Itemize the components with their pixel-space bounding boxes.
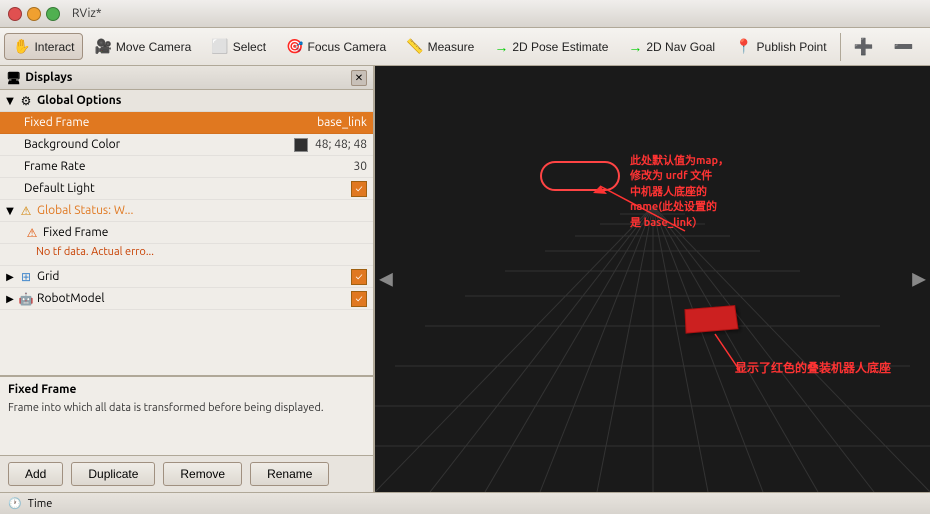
- color-swatch: [294, 138, 308, 152]
- focus-icon: 🎯: [286, 38, 303, 55]
- interact-button[interactable]: ✋ Interact: [4, 33, 83, 60]
- toolbar-separator: [840, 33, 841, 61]
- grid-row[interactable]: ▶ ⊞ Grid ✓: [0, 266, 373, 288]
- global-options-label: Global Options: [37, 94, 373, 107]
- fixed-frame-sub-label: Fixed Frame: [43, 226, 373, 239]
- tree-area: ▼ ⚙ Global Options Fixed Frame base_link…: [0, 90, 373, 375]
- robot-model-display: [684, 305, 738, 334]
- titlebar: RViz*: [0, 0, 930, 28]
- move-camera-icon: 🎥: [94, 38, 111, 55]
- clock-icon: 🕐: [8, 497, 22, 510]
- maximize-button[interactable]: [46, 7, 60, 21]
- gear-icon: ⚙: [18, 93, 34, 109]
- duplicate-button[interactable]: Duplicate: [71, 462, 155, 486]
- pose-estimate-button[interactable]: → 2D Pose Estimate: [485, 34, 617, 60]
- warning-icon: ⚠: [18, 203, 34, 219]
- info-desc: Frame into which all data is transformed…: [8, 400, 365, 417]
- select-label: Select: [233, 40, 266, 54]
- expand-arrow-status: ▼: [4, 205, 16, 217]
- select-icon: ⬜: [211, 38, 228, 55]
- nav-left-arrow[interactable]: ◀: [379, 269, 393, 290]
- nav-goal-button[interactable]: → 2D Nav Goal: [619, 34, 724, 60]
- nav-right-arrow[interactable]: ▶: [912, 269, 926, 290]
- time-label: Time: [28, 498, 53, 510]
- select-button[interactable]: ⬜ Select: [202, 33, 275, 60]
- left-panel: 🖥 Displays ✕ ▼ ⚙ Global Options Fixed Fr…: [0, 66, 375, 492]
- window-controls[interactable]: [8, 7, 60, 21]
- robot-icon: 🤖: [18, 291, 34, 307]
- displays-close[interactable]: ✕: [351, 70, 367, 86]
- window-title: RViz*: [72, 7, 102, 20]
- interact-icon: ✋: [13, 38, 30, 55]
- default-light-value: ✓: [351, 181, 373, 197]
- publish-point-label: Publish Point: [757, 40, 827, 54]
- minimize-button[interactable]: [27, 7, 41, 21]
- default-light-row[interactable]: Default Light ✓: [0, 178, 373, 200]
- global-options-row[interactable]: ▼ ⚙ Global Options: [0, 90, 373, 112]
- error-text: No tf data. Actual erro...: [36, 246, 154, 258]
- displays-header: 🖥 Displays ✕: [0, 66, 373, 90]
- grid-check-icon: ✓: [351, 269, 367, 285]
- default-light-label: Default Light: [24, 182, 351, 195]
- grid-visualization: [375, 66, 930, 492]
- fixed-frame-value: base_link: [317, 116, 373, 129]
- focus-camera-button[interactable]: 🎯 Focus Camera: [277, 33, 395, 60]
- focus-camera-label: Focus Camera: [308, 40, 387, 54]
- expand-arrow-grid: ▶: [4, 271, 16, 283]
- pose-icon: →: [494, 39, 508, 55]
- remove-button[interactable]: Remove: [163, 462, 242, 486]
- expand-arrow-robot: ▶: [4, 293, 16, 305]
- robot-model-checkbox: ✓: [351, 291, 373, 307]
- nav-icon: →: [628, 39, 642, 55]
- info-title: Fixed Frame: [8, 383, 365, 396]
- displays-icon: 🖥: [6, 71, 21, 85]
- background-color-value: 48; 48; 48: [294, 138, 373, 152]
- toolbar: ✋ Interact 🎥 Move Camera ⬜ Select 🎯 Focu…: [0, 28, 930, 66]
- measure-button[interactable]: 📏 Measure: [397, 33, 483, 60]
- expand-arrow-global: ▼: [4, 95, 16, 107]
- statusbar: 🕐 Time: [0, 492, 930, 514]
- add-button[interactable]: Add: [8, 462, 63, 486]
- grid-label: Grid: [37, 270, 351, 283]
- grid-icon: ⊞: [18, 269, 34, 285]
- minus-icon: ➖: [893, 37, 913, 57]
- plus-icon: ➕: [854, 37, 874, 57]
- warning-sub-icon: ⚠: [24, 225, 40, 241]
- publish-icon: 📍: [735, 38, 752, 55]
- measure-label: Measure: [428, 40, 475, 54]
- robot-check-icon: ✓: [351, 291, 367, 307]
- info-panel: Fixed Frame Frame into which all data is…: [0, 375, 373, 455]
- measure-icon: 📏: [406, 38, 423, 55]
- background-color-row[interactable]: Background Color 48; 48; 48: [0, 134, 373, 156]
- checkbox-checked-icon: ✓: [351, 181, 367, 197]
- nav-goal-label: 2D Nav Goal: [646, 40, 715, 54]
- frame-rate-label: Frame Rate: [24, 160, 353, 173]
- displays-title: 🖥 Displays: [6, 71, 72, 85]
- fixed-frame-row[interactable]: Fixed Frame base_link: [0, 112, 373, 134]
- button-row: Add Duplicate Remove Rename: [0, 455, 373, 492]
- publish-point-button[interactable]: 📍 Publish Point: [726, 33, 835, 60]
- main-layout: 🖥 Displays ✕ ▼ ⚙ Global Options Fixed Fr…: [0, 66, 930, 492]
- frame-rate-value: 30: [353, 160, 373, 173]
- grid-checkbox: ✓: [351, 269, 373, 285]
- robot-model-label: RobotModel: [37, 292, 351, 305]
- frame-rate-row[interactable]: Frame Rate 30: [0, 156, 373, 178]
- fixed-frame-label: Fixed Frame: [24, 116, 317, 129]
- displays-label: Displays: [25, 71, 72, 84]
- minus-toolbar-button[interactable]: ➖: [884, 32, 922, 62]
- viewport[interactable]: ◀ ▶ 此处默认值为map， 修改为 urdf 文件 中机器人底座的 name(…: [375, 66, 930, 492]
- pose-estimate-label: 2D Pose Estimate: [512, 40, 608, 54]
- move-camera-button[interactable]: 🎥 Move Camera: [85, 33, 200, 60]
- move-camera-label: Move Camera: [116, 40, 191, 54]
- add-toolbar-button[interactable]: ➕: [845, 32, 883, 62]
- interact-label: Interact: [34, 40, 74, 54]
- global-status-row[interactable]: ▼ ⚠ Global Status: W...: [0, 200, 373, 222]
- fixed-frame-sub-row[interactable]: ⚠ Fixed Frame: [0, 222, 373, 244]
- rename-button[interactable]: Rename: [250, 462, 329, 486]
- global-status-label: Global Status: W...: [37, 204, 373, 217]
- background-color-label: Background Color: [24, 138, 294, 151]
- robot-model-row[interactable]: ▶ 🤖 RobotModel ✓: [0, 288, 373, 310]
- error-row: No tf data. Actual erro...: [0, 244, 373, 266]
- close-button[interactable]: [8, 7, 22, 21]
